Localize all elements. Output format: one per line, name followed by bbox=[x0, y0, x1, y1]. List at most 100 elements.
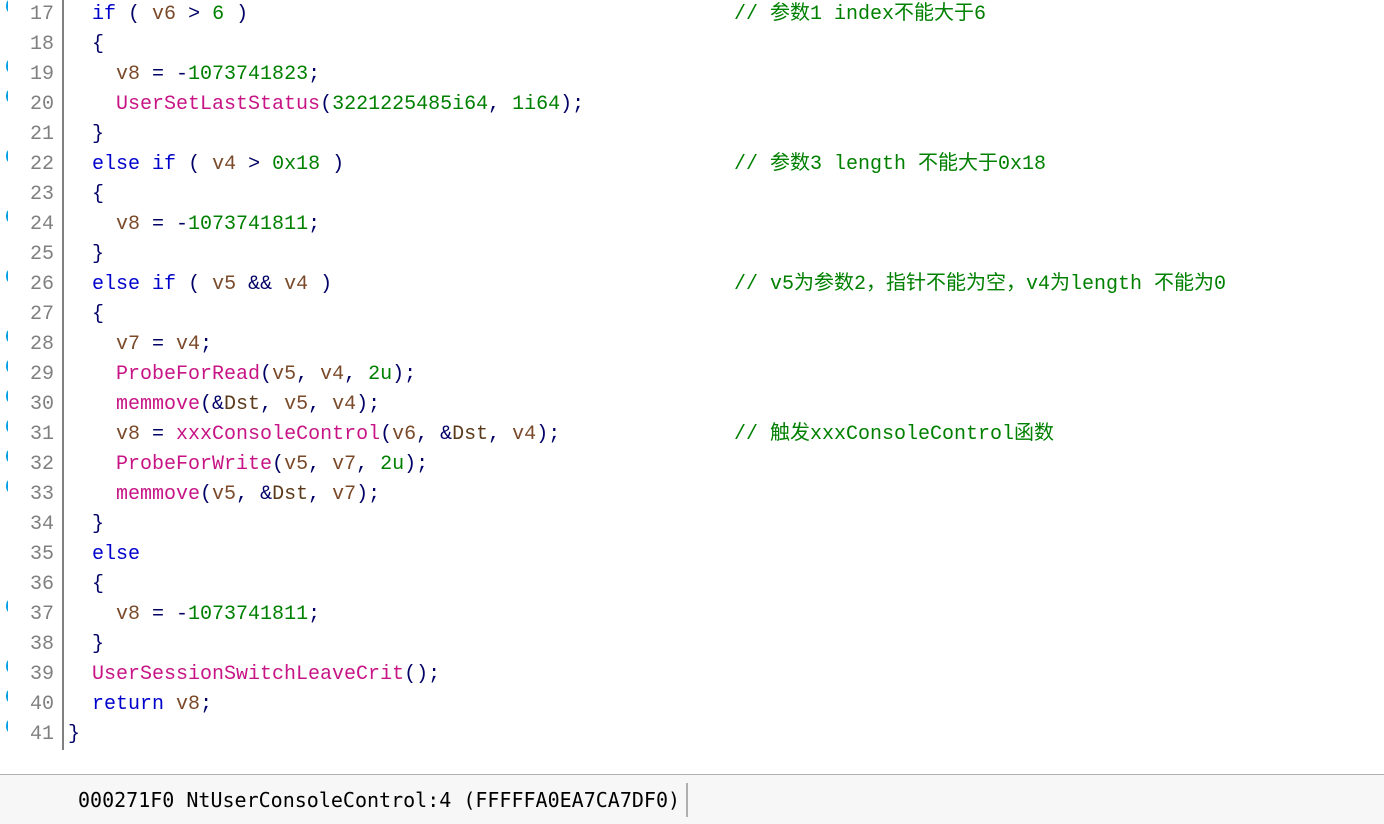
code-line[interactable]: 28 v7 = v4; bbox=[0, 330, 1384, 360]
code-content[interactable]: { bbox=[64, 30, 1384, 60]
token-num: 6 bbox=[212, 3, 224, 26]
token-p: ); bbox=[560, 93, 584, 116]
breakpoint-gutter[interactable] bbox=[0, 0, 8, 12]
code-line[interactable]: 36 { bbox=[0, 570, 1384, 600]
code-content[interactable]: } bbox=[64, 240, 1384, 270]
token-p: ; bbox=[308, 63, 320, 86]
code-line[interactable]: 35 else bbox=[0, 540, 1384, 570]
code-line[interactable]: 41} bbox=[0, 720, 1384, 750]
breakpoint-gutter[interactable] bbox=[0, 420, 8, 432]
code-line[interactable]: 27 { bbox=[0, 300, 1384, 330]
token-call: xxxConsoleControl bbox=[176, 423, 380, 446]
token-p: ( bbox=[200, 483, 212, 506]
code-line[interactable]: 30 memmove(&Dst, v5, v4); bbox=[0, 390, 1384, 420]
token-p: { bbox=[68, 183, 104, 206]
code-line[interactable]: 40 return v8; bbox=[0, 690, 1384, 720]
code-content[interactable]: v8 = -1073741811; bbox=[64, 600, 1384, 630]
token-var: v4 bbox=[176, 333, 200, 356]
breakpoint-gutter[interactable] bbox=[0, 690, 8, 702]
code-content[interactable]: } bbox=[64, 510, 1384, 540]
code-content[interactable]: v8 = xxxConsoleControl(v6, &Dst, v4);// … bbox=[64, 420, 1384, 450]
breakpoint-gutter[interactable] bbox=[0, 600, 8, 612]
breakpoint-gutter[interactable] bbox=[0, 150, 8, 162]
line-number: 21 bbox=[8, 120, 64, 150]
code-content[interactable]: v8 = -1073741823; bbox=[64, 60, 1384, 90]
code-content[interactable]: return v8; bbox=[64, 690, 1384, 720]
breakpoint-gutter[interactable] bbox=[0, 450, 8, 462]
code-content[interactable]: memmove(v5, &Dst, v7); bbox=[64, 480, 1384, 510]
code-content[interactable]: if ( v6 > 6 )// 参数1 index不能大于6 bbox=[64, 0, 1384, 30]
code-line[interactable]: 20 UserSetLastStatus(3221225485i64, 1i64… bbox=[0, 90, 1384, 120]
token-p: , bbox=[344, 363, 368, 386]
token-sym: Dst bbox=[272, 483, 308, 506]
code-content[interactable]: { bbox=[64, 300, 1384, 330]
code-line[interactable]: 17 if ( v6 > 6 )// 参数1 index不能大于6 bbox=[0, 0, 1384, 30]
token-var: v8 bbox=[116, 63, 140, 86]
token-p: , bbox=[356, 453, 380, 476]
code-content[interactable]: v7 = v4; bbox=[64, 330, 1384, 360]
breakpoint-gutter[interactable] bbox=[0, 210, 8, 222]
breakpoint-gutter[interactable] bbox=[0, 90, 8, 102]
code-content[interactable]: ProbeForWrite(v5, v7, 2u); bbox=[64, 450, 1384, 480]
token-num: 1073741811 bbox=[188, 213, 308, 236]
code-line[interactable]: 37 v8 = -1073741811; bbox=[0, 600, 1384, 630]
breakpoint-gutter[interactable] bbox=[0, 60, 8, 72]
code-line[interactable]: 29 ProbeForRead(v5, v4, 2u); bbox=[0, 360, 1384, 390]
token-p: } bbox=[68, 243, 104, 266]
token-p: ( bbox=[176, 153, 212, 176]
code-content[interactable]: } bbox=[64, 120, 1384, 150]
code-line[interactable]: 23 { bbox=[0, 180, 1384, 210]
line-number: 39 bbox=[8, 660, 64, 690]
code-line[interactable]: 25 } bbox=[0, 240, 1384, 270]
code-content[interactable]: memmove(&Dst, v5, v4); bbox=[64, 390, 1384, 420]
code-line[interactable]: 22 else if ( v4 > 0x18 )// 参数3 length 不能… bbox=[0, 150, 1384, 180]
breakpoint-gutter[interactable] bbox=[0, 330, 8, 342]
inline-comment: // 触发xxxConsoleControl函数 bbox=[734, 420, 1054, 450]
code-content[interactable]: } bbox=[64, 630, 1384, 660]
token-kw: if bbox=[92, 3, 116, 26]
token-p: ( bbox=[260, 363, 272, 386]
code-line[interactable]: 32 ProbeForWrite(v5, v7, 2u); bbox=[0, 450, 1384, 480]
code-line[interactable]: 38 } bbox=[0, 630, 1384, 660]
token-p: { bbox=[68, 573, 104, 596]
code-content[interactable]: else if ( v4 > 0x18 )// 参数3 length 不能大于0… bbox=[64, 150, 1384, 180]
token-p: ( bbox=[272, 453, 284, 476]
code-content[interactable]: ProbeForRead(v5, v4, 2u); bbox=[64, 360, 1384, 390]
token-p: , & bbox=[236, 483, 272, 506]
code-line[interactable]: 21 } bbox=[0, 120, 1384, 150]
breakpoint-gutter[interactable] bbox=[0, 720, 8, 732]
code-content[interactable]: UserSessionSwitchLeaveCrit(); bbox=[64, 660, 1384, 690]
code-line[interactable]: 24 v8 = -1073741811; bbox=[0, 210, 1384, 240]
code-content[interactable]: v8 = -1073741811; bbox=[64, 210, 1384, 240]
token-p bbox=[236, 273, 248, 296]
token-var: v5 bbox=[272, 363, 296, 386]
code-line[interactable]: 19 v8 = -1073741823; bbox=[0, 60, 1384, 90]
breakpoint-gutter[interactable] bbox=[0, 480, 8, 492]
code-line[interactable]: 33 memmove(v5, &Dst, v7); bbox=[0, 480, 1384, 510]
token-var: v4 bbox=[320, 363, 344, 386]
code-content[interactable]: UserSetLastStatus(3221225485i64, 1i64); bbox=[64, 90, 1384, 120]
breakpoint-gutter[interactable] bbox=[0, 270, 8, 282]
code-content[interactable]: } bbox=[64, 720, 1384, 750]
token-p bbox=[68, 453, 116, 476]
token-p bbox=[164, 693, 176, 716]
code-content[interactable]: else if ( v5 && v4 )// v5为参数2，指针不能为空，v4为… bbox=[64, 270, 1384, 300]
breakpoint-gutter[interactable] bbox=[0, 660, 8, 672]
code-line[interactable]: 26 else if ( v5 && v4 )// v5为参数2，指针不能为空，… bbox=[0, 270, 1384, 300]
code-content[interactable]: { bbox=[64, 570, 1384, 600]
code-line[interactable]: 39 UserSessionSwitchLeaveCrit(); bbox=[0, 660, 1384, 690]
code-area[interactable]: 17 if ( v6 > 6 )// 参数1 index不能大于618 {19 … bbox=[0, 0, 1384, 774]
token-p: ; bbox=[200, 333, 212, 356]
code-content[interactable]: { bbox=[64, 180, 1384, 210]
token-p bbox=[68, 273, 92, 296]
code-line[interactable]: 18 { bbox=[0, 30, 1384, 60]
code-content[interactable]: else bbox=[64, 540, 1384, 570]
breakpoint-gutter[interactable] bbox=[0, 390, 8, 402]
token-var: v6 bbox=[392, 423, 416, 446]
line-number: 17 bbox=[8, 0, 64, 30]
token-var: v5 bbox=[212, 483, 236, 506]
code-line[interactable]: 34 } bbox=[0, 510, 1384, 540]
token-kw: if bbox=[152, 273, 176, 296]
breakpoint-gutter[interactable] bbox=[0, 360, 8, 372]
code-line[interactable]: 31 v8 = xxxConsoleControl(v6, &Dst, v4);… bbox=[0, 420, 1384, 450]
